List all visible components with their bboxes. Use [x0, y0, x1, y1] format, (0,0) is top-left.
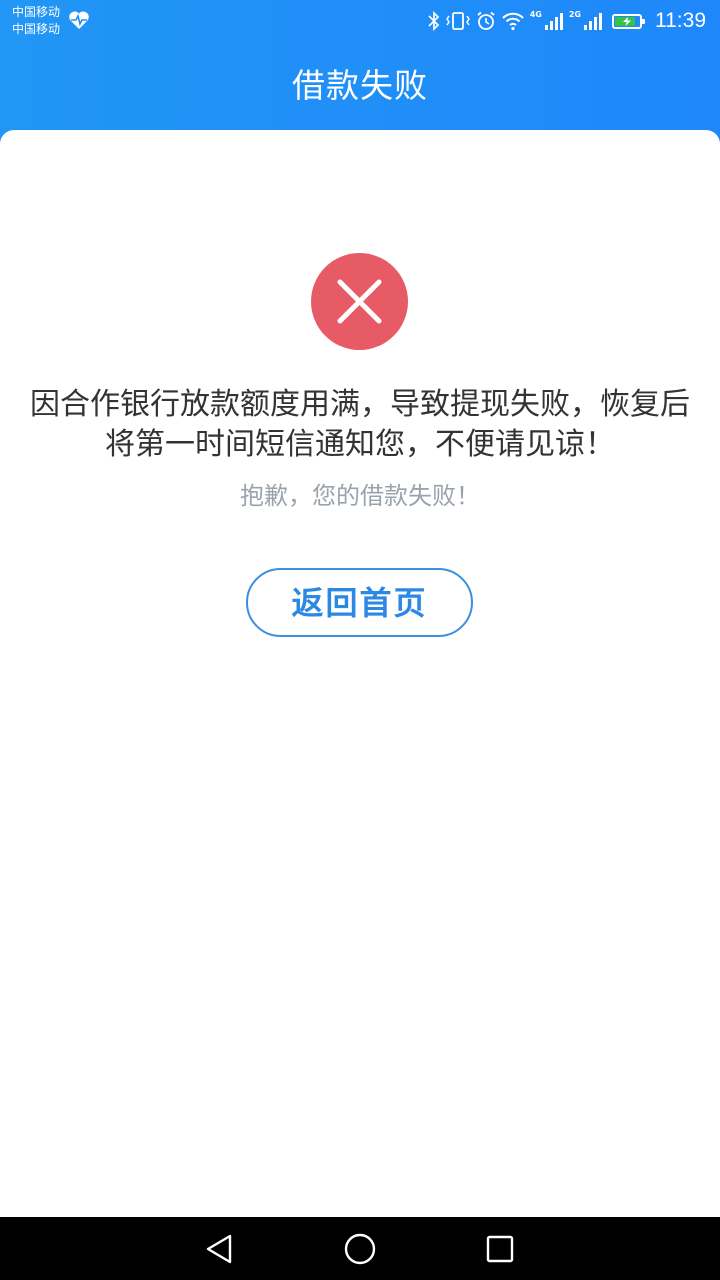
carrier-info: 中国移动 中国移动: [12, 4, 60, 38]
result-card: 因合作银行放款额度用满，导致提现失败，恢复后将第一时间短信通知您，不便请见谅！ …: [0, 130, 720, 1217]
status-bar: 中国移动 中国移动 4G 2G 11:39: [0, 0, 720, 44]
charging-bolt-icon: [623, 16, 631, 26]
app-screen: 中国移动 中国移动 4G 2G 11:39 借款失败 因合作银行放款额度用满，导…: [0, 0, 720, 1280]
status-time: 11:39: [655, 9, 706, 32]
back-icon[interactable]: [202, 1231, 238, 1267]
failure-message: 因合作银行放款额度用满，导致提现失败，恢复后将第一时间短信通知您，不便请见谅！: [30, 387, 690, 462]
header: 借款失败: [0, 44, 720, 130]
recents-icon[interactable]: [482, 1231, 518, 1267]
failure-subtitle: 抱歉，您的借款失败！: [240, 482, 480, 510]
bluetooth-icon: [428, 11, 439, 31]
battery-charging-icon: [612, 13, 645, 29]
wifi-icon: [502, 12, 524, 31]
vibrate-icon: [445, 12, 470, 30]
close-circle-icon: [311, 253, 408, 350]
carrier-1: 中国移动: [12, 5, 61, 19]
heart-pulse-icon: [69, 11, 89, 30]
return-home-button[interactable]: 返回首页: [246, 568, 473, 637]
navigation-bar: [0, 1217, 720, 1280]
signal-icon: [584, 13, 602, 30]
network-type-2: 2G: [568, 9, 581, 19]
page-title: 借款失败: [292, 66, 428, 105]
alarm-icon: [477, 11, 495, 30]
network-type-1: 4G: [529, 9, 542, 19]
home-icon[interactable]: [342, 1231, 378, 1267]
carrier-2: 中国移动: [12, 22, 61, 36]
status-icons: 4G 2G: [428, 8, 645, 34]
signal-icon: [544, 13, 563, 30]
